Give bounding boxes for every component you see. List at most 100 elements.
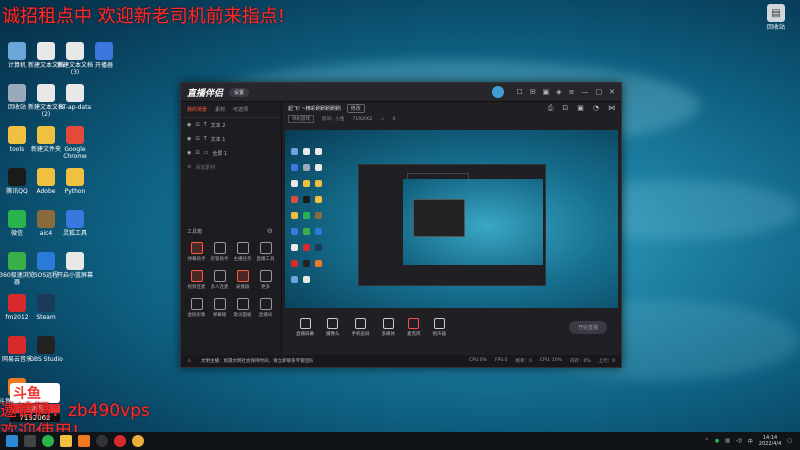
chat-icon[interactable]: ☐ <box>516 88 522 96</box>
eye-icon[interactable]: ◉ <box>187 122 191 128</box>
preview-mini-icon <box>315 196 322 203</box>
settings-pill-button[interactable]: 设置 <box>229 87 250 97</box>
toolbox-item[interactable]: 弹幕箱 <box>208 298 231 318</box>
lock-icon[interactable]: ⊡ <box>195 136 199 142</box>
text-icon: T <box>203 136 207 142</box>
desktop-icon-recycle-bin[interactable]: ▤ 回收站 <box>756 4 796 31</box>
toolbox-item[interactable]: 录播器 <box>231 270 254 290</box>
top-banner: 诚招租点中 欢迎新老司机前来指点! <box>2 6 285 27</box>
toolbox-more-icon[interactable]: ⊖ <box>267 227 273 235</box>
bell-icon[interactable]: ◔ <box>593 104 599 113</box>
desktop-icon[interactable]: 开启小蓝屏幕 <box>55 252 95 279</box>
preview-mini-icon <box>303 244 310 251</box>
toolbox-item[interactable]: 弹幕助手 <box>185 242 208 262</box>
close-icon[interactable]: ✕ <box>609 88 615 96</box>
network-icon[interactable]: ▥ <box>725 438 730 444</box>
start-icon[interactable] <box>6 435 18 447</box>
system-tray: ⌃ ● ▥ ◁) 中 14:14 2022/4/4 ▢ <box>705 435 800 447</box>
window-titlebar[interactable]: 直播伴侣 设置 ☐ ✉ ▣ ◈ ≡ — □ ✕ <box>181 83 621 102</box>
message-icon[interactable]: ✉ <box>530 88 536 96</box>
app-icon <box>37 168 55 186</box>
scene-item[interactable]: ◉ ⊡ T 文本 2 <box>181 118 281 132</box>
share-network-icon[interactable]: ⋈ <box>608 104 615 113</box>
netease-icon[interactable] <box>114 435 126 447</box>
chrome-icon[interactable] <box>132 435 144 447</box>
desktop-icon[interactable]: Google Chrome <box>55 126 95 160</box>
toolbox-item[interactable]: 视频连麦 <box>185 270 208 290</box>
tool-label: 直播工具 <box>256 257 275 262</box>
source-control-button[interactable]: 手机投屏 <box>352 317 370 337</box>
tool-icon <box>259 298 272 310</box>
source-control-label: 麦克风 <box>407 331 421 337</box>
maximize-icon[interactable]: □ <box>596 88 603 96</box>
source-control-button[interactable]: 多媒体 <box>382 317 395 337</box>
toolbox-item[interactable]: 房管助手 <box>208 242 231 262</box>
scene-item[interactable]: ◉ ⊡ T 文本 1 <box>181 132 281 146</box>
category-button[interactable]: 单机游戏 <box>288 115 314 123</box>
toolbox-title: 工具箱 <box>187 229 203 235</box>
gift-icon[interactable]: ▣ <box>577 104 584 113</box>
live-companion-window[interactable]: 直播伴侣 设置 ☐ ✉ ▣ ◈ ≡ — □ ✕ 我的场景 素材 可选项 ◉ ⊡ T 文… <box>180 82 622 368</box>
volume-icon[interactable]: ◁) <box>736 438 742 444</box>
source-control-button[interactable]: 麦克风 <box>407 317 421 337</box>
tool-icon <box>190 242 203 254</box>
menu-icon[interactable]: ≡ <box>569 88 575 96</box>
toolbox-item[interactable]: 更多 <box>254 270 277 290</box>
toolbox-item[interactable]: 直播工具 <box>254 242 277 262</box>
desktop-icon[interactable]: ST-ap-data <box>55 84 95 111</box>
app-icon <box>66 42 84 60</box>
desktop-icon-label: 灵狐工具 <box>62 230 87 237</box>
notice-icon: ⚠ <box>187 358 192 364</box>
eye-icon[interactable]: ◉ <box>187 136 191 142</box>
gift-icon[interactable]: ▣ <box>543 88 550 96</box>
tray-arrow-icon[interactable]: ⌃ <box>705 438 709 444</box>
wechat-tray-icon[interactable]: ● <box>715 438 719 444</box>
minimize-icon[interactable]: — <box>582 88 589 96</box>
desktop-icon[interactable]: 灵狐工具 <box>55 210 95 237</box>
source-control-button[interactable]: 扬声器 <box>433 317 446 337</box>
douyu-app-icon[interactable] <box>78 435 90 447</box>
source-control-button[interactable]: 直播屏幕 <box>296 317 314 337</box>
desktop-icon-label: Python <box>64 188 86 195</box>
tool-label: 直播间 <box>258 313 273 318</box>
toolbox-item[interactable]: 多人连麦 <box>208 270 231 290</box>
plus-icon: ⊕ <box>187 164 192 170</box>
tab-materials[interactable]: 素材 <box>215 106 225 113</box>
input-lang[interactable]: 中 <box>748 438 753 445</box>
browser-icon[interactable] <box>42 435 54 447</box>
source-control-button[interactable]: 摄像头 <box>326 317 340 337</box>
stream-preview[interactable] <box>285 130 618 308</box>
preview-mini-icon <box>291 212 298 219</box>
app-icon <box>66 126 84 144</box>
toolbox-item[interactable]: 歌词面板 <box>231 298 254 318</box>
tool-label: 录播器 <box>235 285 250 290</box>
add-material-button[interactable]: ⊕ 添加素材 <box>181 160 281 174</box>
search-icon[interactable] <box>24 435 36 447</box>
tool-label: 视频连麦 <box>187 285 206 290</box>
desktop-icon[interactable]: Steam <box>26 294 66 321</box>
desktop-icon[interactable]: 开播器 <box>84 42 124 69</box>
edit-room-button[interactable]: 修改 <box>346 103 365 113</box>
lock-icon[interactable]: ⊡ <box>562 104 568 113</box>
start-live-button[interactable]: 开始直播 <box>568 320 607 334</box>
toolbox-item[interactable]: 虚拟形象 <box>185 298 208 318</box>
lock-icon[interactable]: ⊡ <box>195 122 199 128</box>
avatar[interactable] <box>492 86 505 98</box>
tool-label: 更多 <box>261 285 270 290</box>
obs-icon[interactable] <box>96 435 108 447</box>
lock-icon[interactable]: ⊡ <box>195 150 199 156</box>
scene-name: 全屏 1 <box>212 150 228 157</box>
tab-options[interactable]: 可选项 <box>233 106 248 113</box>
clock[interactable]: 14:14 2022/4/4 <box>759 435 781 447</box>
skin-icon[interactable]: ◈ <box>556 88 561 96</box>
folder-icon[interactable] <box>60 435 72 447</box>
toolbox-item[interactable]: 直播间 <box>254 298 277 318</box>
toolbox-item[interactable]: 主播任务 <box>231 242 254 262</box>
desktop-icon[interactable]: OBS Studio <box>26 336 66 363</box>
notification-icon[interactable]: ▢ <box>787 438 792 444</box>
eye-icon[interactable]: ◉ <box>187 150 191 156</box>
desktop-icon[interactable]: Python <box>55 168 95 195</box>
share-icon[interactable]: ⎙ <box>548 104 554 113</box>
scene-item[interactable]: ◉ ⊡ ▭ 全屏 1 <box>181 146 281 160</box>
tab-my-scenes[interactable]: 我的场景 <box>187 106 207 113</box>
